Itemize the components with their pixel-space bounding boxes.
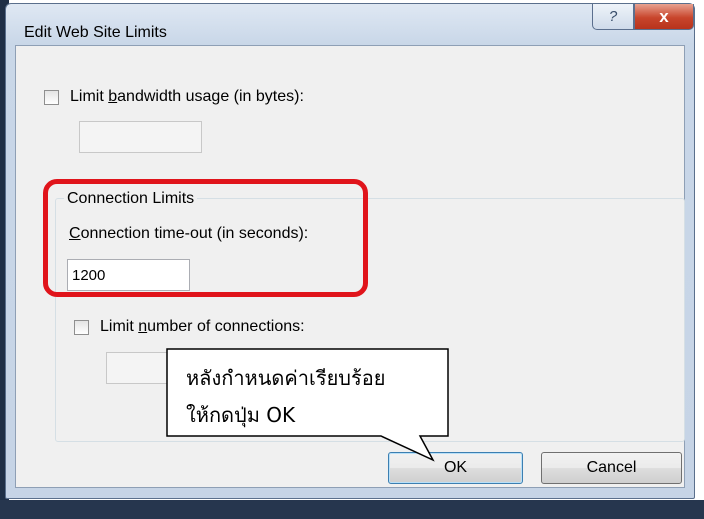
cancel-button[interactable]: Cancel — [541, 452, 682, 484]
connection-limit-label: Limit number of connections: — [100, 318, 305, 335]
bandwidth-limit-label: Limit bandwidth usage (in bytes): — [70, 88, 304, 105]
callout-line-2: ให้กดปุ่ม OK — [186, 403, 296, 427]
help-button[interactable]: ? — [592, 4, 634, 30]
ok-button[interactable]: OK — [388, 452, 523, 484]
close-button[interactable]: x — [634, 4, 694, 30]
bandwidth-limit-row[interactable]: Limit bandwidth usage (in bytes): — [44, 88, 304, 106]
callout-text: หลังกำหนดค่าเรียบร้อย ให้กดปุ่ม OK — [186, 360, 385, 434]
dialog-title: Edit Web Site Limits — [24, 24, 167, 41]
callout-line-1: หลังกำหนดค่าเรียบร้อย — [186, 366, 386, 390]
connection-limit-checkbox[interactable] — [74, 319, 89, 335]
background-bottom-edge — [0, 500, 704, 519]
connection-limit-row[interactable]: Limit number of connections: — [74, 318, 305, 336]
help-icon: ? — [608, 8, 618, 25]
highlight-annotation — [43, 179, 368, 297]
close-icon: x — [659, 6, 669, 26]
bandwidth-input[interactable] — [79, 121, 202, 153]
bandwidth-limit-checkbox[interactable] — [44, 89, 59, 105]
